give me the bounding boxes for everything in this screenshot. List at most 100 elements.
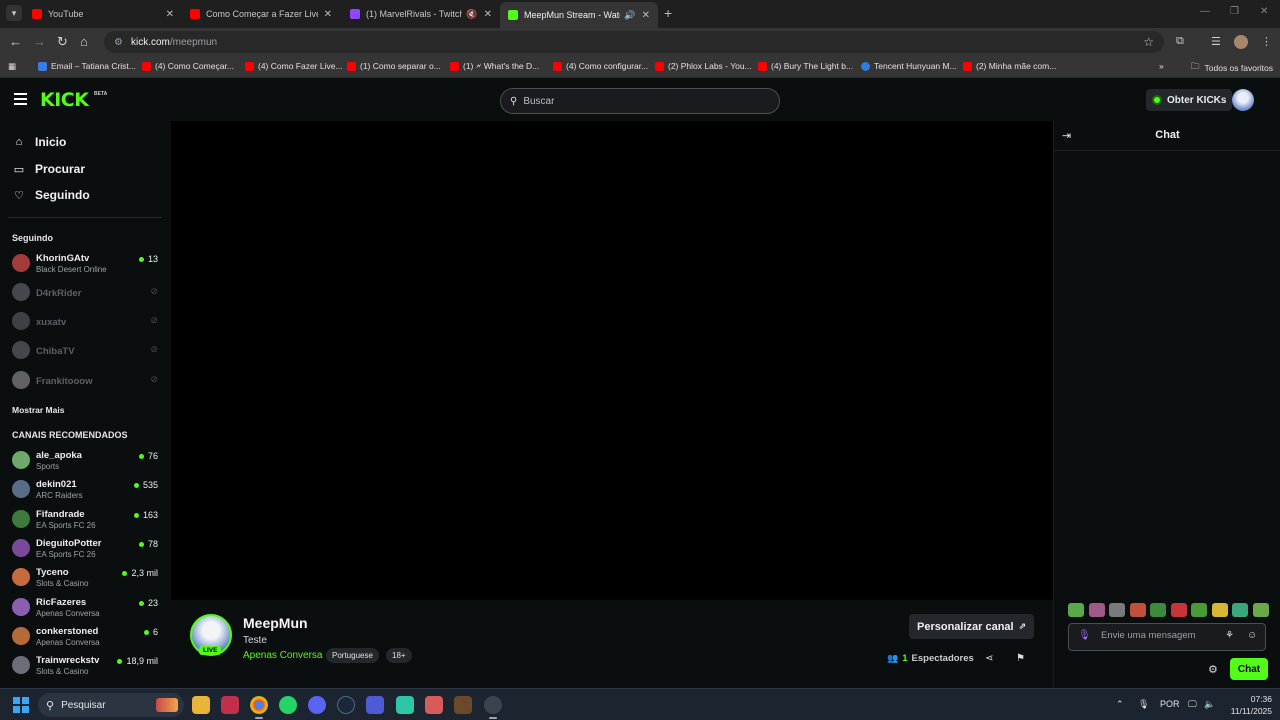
bookmark-item[interactable]: (1) 🗲 What's the D... bbox=[450, 61, 539, 72]
back-icon[interactable]: ← bbox=[9, 34, 22, 49]
recommended-channel[interactable]: Trainwreckstv Slots & Casino 18,9 mil bbox=[12, 654, 162, 680]
language-indicator[interactable]: POR bbox=[1160, 699, 1180, 709]
search-input[interactable] bbox=[523, 95, 764, 107]
tab-close-icon[interactable]: ✕ bbox=[484, 9, 492, 20]
following-channel-xuxatv[interactable]: xuxatv ⊘ bbox=[12, 310, 162, 336]
browser-tab-como-comecar[interactable]: Como Começar a Fazer Live na ✕ bbox=[182, 3, 340, 25]
bookmark-item[interactable]: Tencent Hunyuan M... bbox=[861, 61, 957, 71]
tag-age-rating[interactable]: 18+ bbox=[386, 648, 412, 663]
all-favorites-folder[interactable]: 🗀 Todos os favoritos bbox=[1191, 61, 1273, 75]
chrome-icon[interactable] bbox=[250, 696, 268, 719]
bookmark-item[interactable]: (4) Como Começar... bbox=[142, 61, 234, 71]
tab-close-icon[interactable]: ✕ bbox=[166, 9, 174, 20]
emote-icon[interactable] bbox=[1232, 603, 1248, 617]
bookmark-item[interactable]: (2) Phlox Labs - You... bbox=[655, 61, 752, 71]
apps-grid-icon[interactable]: ▦ bbox=[8, 61, 16, 72]
more-bookmarks-chevron-icon[interactable]: » bbox=[1159, 61, 1164, 71]
get-kicks-button[interactable]: Obter KICKs bbox=[1146, 89, 1233, 111]
new-tab-icon[interactable]: + bbox=[664, 5, 672, 21]
chat-send-button[interactable]: Chat bbox=[1230, 658, 1268, 680]
browser-tab-kick[interactable]: MeepMun Stream - Watch 🔊 ✕ bbox=[500, 2, 658, 28]
recommended-channel[interactable]: conkerstoned Apenas Conversa 6 bbox=[12, 625, 162, 651]
system-clock[interactable]: 07:36 11/11/2025 bbox=[1222, 693, 1272, 717]
reading-list-icon[interactable]: ☰ bbox=[1211, 35, 1221, 48]
following-channel-d4rkrider[interactable]: D4rkRider ⊘ bbox=[12, 281, 162, 307]
share-icon[interactable]: ⋖ bbox=[985, 653, 993, 664]
taskbar-search[interactable]: ⚲ Pesquisar bbox=[38, 693, 184, 717]
reload-icon[interactable]: ↻ bbox=[57, 34, 68, 50]
obs-icon[interactable] bbox=[484, 696, 502, 719]
chat-message-input[interactable] bbox=[1101, 630, 1221, 641]
audio-playing-icon[interactable]: 🔊 bbox=[624, 10, 635, 21]
browser-tab-twitch[interactable]: (1) MarvelRivals - Twitch 🔇 ✕ bbox=[342, 3, 500, 25]
close-window-icon[interactable]: ✕ bbox=[1260, 6, 1268, 17]
extensions-icon[interactable]: ⧉ bbox=[1176, 35, 1184, 48]
recommended-channel[interactable]: Tyceno Slots & Casino 2,3 mil bbox=[12, 566, 162, 592]
bookmark-item[interactable]: (4) Bury The Light b... bbox=[758, 61, 853, 71]
emoji-icon[interactable]: ☺ bbox=[1247, 630, 1257, 641]
discord-icon[interactable] bbox=[308, 696, 326, 714]
tab-close-icon[interactable]: ✕ bbox=[642, 10, 650, 21]
restore-icon[interactable]: ❐ bbox=[1230, 6, 1239, 17]
tab-close-icon[interactable]: ✕ bbox=[324, 9, 332, 20]
following-channel-khoringatv[interactable]: KhorinGAtv Black Desert Online 13 bbox=[12, 252, 162, 278]
bookmark-item[interactable]: (2) Minha mãe com... bbox=[963, 61, 1056, 71]
stream-category-link[interactable]: Apenas Conversa bbox=[243, 650, 323, 661]
teams-icon[interactable] bbox=[366, 696, 384, 714]
emote-icon[interactable] bbox=[1129, 603, 1146, 617]
recommended-channel[interactable]: RicFazeres Apenas Conversa 23 bbox=[12, 596, 162, 622]
bookmark-item[interactable]: (1) Como separar o... bbox=[347, 61, 441, 71]
customize-channel-button[interactable]: Personalizar canal ⇗ bbox=[909, 614, 1035, 639]
windows-start-icon[interactable] bbox=[13, 697, 29, 713]
volume-icon[interactable]: 🔈 bbox=[1204, 699, 1215, 710]
notepad-icon[interactable] bbox=[396, 696, 414, 714]
search-bar[interactable]: ⚲ bbox=[500, 88, 780, 114]
recommended-channel[interactable]: DieguitoPotter EA Sports FC 26 78 bbox=[12, 537, 162, 563]
site-info-icon[interactable]: ⚙ bbox=[114, 37, 123, 48]
recommended-channel[interactable]: ale_apoka Sports 76 bbox=[12, 449, 162, 475]
bookmark-star-icon[interactable]: ☆ bbox=[1143, 35, 1154, 49]
emote-icon[interactable] bbox=[1170, 603, 1187, 617]
following-channel-frankitooow[interactable]: Frankitooow ⊘ bbox=[12, 369, 162, 395]
translate-icon[interactable]: ⚘ bbox=[1225, 630, 1234, 641]
address-bar[interactable]: ⚙ kick.com/meepmun ☆ bbox=[104, 31, 1164, 53]
bookmark-item[interactable]: (4) Como Fazer Live... bbox=[245, 61, 343, 71]
recommended-channel[interactable]: dekin021 ARC Raiders 535 bbox=[12, 478, 162, 504]
menu-hamburger-icon[interactable] bbox=[14, 93, 27, 108]
emote-icon[interactable] bbox=[1088, 603, 1105, 617]
sidebar-item-browse[interactable]: ▭ Procurar bbox=[12, 162, 85, 176]
following-channel-chibatv[interactable]: ChibaTV ⊘ bbox=[12, 339, 162, 365]
video-player[interactable] bbox=[171, 121, 1053, 600]
chat-settings-gear-icon[interactable]: ⚙ bbox=[1208, 663, 1218, 676]
streamer-name[interactable]: MeepMun bbox=[243, 615, 308, 631]
bookmark-item[interactable]: (4) Como configurar... bbox=[553, 61, 648, 71]
emote-icon[interactable] bbox=[1252, 603, 1269, 617]
voice-mic-icon[interactable]: 🎙 bbox=[1078, 630, 1091, 641]
kick-logo[interactable]: KICK bbox=[40, 89, 89, 111]
file-explorer-icon[interactable] bbox=[192, 696, 210, 714]
profile-avatar[interactable] bbox=[1234, 35, 1248, 49]
tab-search-menu-icon[interactable]: ▾ bbox=[6, 5, 22, 21]
tag-language[interactable]: Portuguese bbox=[326, 648, 379, 663]
browser-menu-icon[interactable]: ⋮ bbox=[1261, 35, 1272, 48]
browser-tab-youtube[interactable]: YouTube ✕ bbox=[24, 3, 182, 25]
sidebar-item-following[interactable]: ♡ Seguindo bbox=[12, 188, 90, 202]
emote-icon[interactable] bbox=[1068, 603, 1084, 617]
sidebar-item-home[interactable]: ⌂ Inicio bbox=[12, 135, 67, 149]
app-icon[interactable] bbox=[221, 696, 239, 714]
show-more-link[interactable]: Mostrar Mais bbox=[12, 405, 64, 415]
game-icon[interactable] bbox=[454, 696, 472, 714]
network-icon[interactable]: 🖵 bbox=[1188, 699, 1197, 710]
photos-icon[interactable] bbox=[425, 696, 443, 714]
muted-audio-icon[interactable]: 🔇 bbox=[466, 9, 477, 20]
chat-input-box[interactable]: 🎙 ⚘ ☺ bbox=[1068, 623, 1266, 651]
home-button-icon[interactable]: ⌂ bbox=[80, 34, 88, 49]
whatsapp-icon[interactable] bbox=[279, 696, 297, 714]
report-user-icon[interactable]: ⚑ bbox=[1016, 653, 1025, 664]
emote-icon[interactable] bbox=[1191, 603, 1207, 617]
recommended-channel[interactable]: Fifandrade EA Sports FC 26 163 bbox=[12, 508, 162, 534]
microphone-icon[interactable]: 🎙 bbox=[1138, 699, 1149, 710]
bookmark-item[interactable]: Email – Tatiana Crist... bbox=[38, 61, 136, 71]
tray-chevron-icon[interactable]: ⌃ bbox=[1116, 699, 1124, 710]
steam-icon[interactable] bbox=[337, 696, 355, 714]
